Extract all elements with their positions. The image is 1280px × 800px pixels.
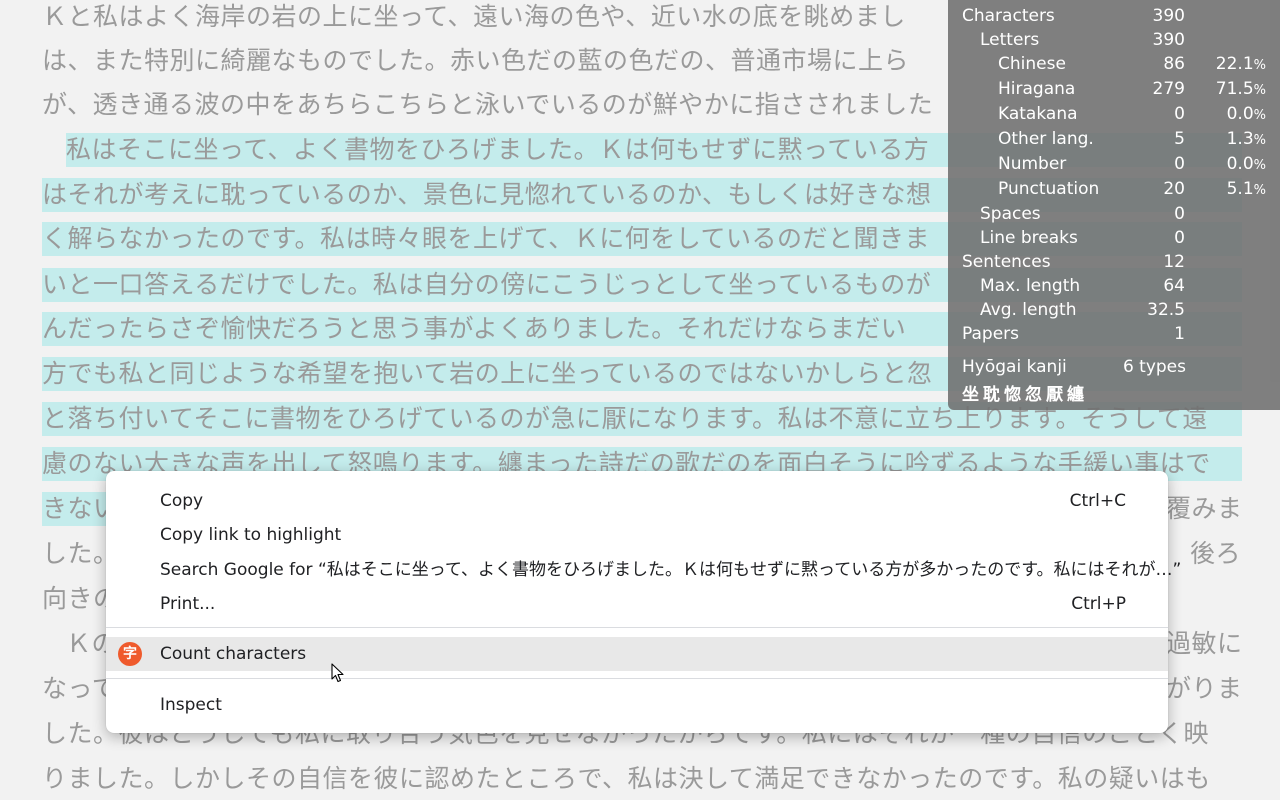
stat-label: Chinese [998, 54, 1066, 74]
context-menu: Copy Ctrl+C Copy link to highlight Searc… [106, 471, 1181, 733]
stat-row-letters: Letters 390 [948, 28, 1280, 52]
menu-item-label: Inspect [160, 695, 222, 715]
stat-label: Spaces [980, 204, 1041, 224]
stat-value: 0 [1174, 228, 1185, 248]
text-fragment: 過敏に [1166, 629, 1242, 658]
stat-percent: 5.1% [1226, 179, 1266, 199]
menu-item-copy[interactable]: Copy Ctrl+C [106, 484, 1168, 518]
stat-label: Sentences [962, 252, 1051, 272]
stat-label: Punctuation [998, 179, 1100, 199]
stat-row-spaces: Spaces 0 [948, 202, 1280, 226]
stat-row-sentences: Sentences 12 [948, 250, 1280, 274]
shortcut-label: Ctrl+C [1069, 491, 1126, 511]
stat-value: 390 [1152, 6, 1185, 26]
stat-value: 279 [1152, 79, 1185, 99]
stat-label: Line breaks [980, 228, 1078, 248]
text-line: した。 [42, 539, 112, 568]
stat-percent: 22.1% [1215, 54, 1266, 74]
stat-label: Letters [980, 30, 1040, 50]
stat-label: Hyōgai kanji [962, 357, 1067, 377]
menu-item-search-google[interactable]: Search Google for “私はそこに坐って、よく書物をひろげました。… [106, 553, 1181, 587]
stat-row-characters: Characters 390 [948, 4, 1280, 28]
character-count-extension-icon: 字 [118, 642, 142, 666]
stat-percent: 71.5% [1215, 79, 1266, 99]
menu-item-label: Copy [160, 491, 204, 511]
stat-label: Other lang. [998, 129, 1094, 149]
stat-value: 0 [1174, 154, 1185, 174]
stat-row-punctuation: Punctuation 20 5.1% [948, 177, 1280, 201]
text-line: りました。しかしその自信を彼に認めたところで、私は決して満足できなかったのです。… [42, 764, 1211, 793]
stat-label: Katakana [998, 104, 1078, 124]
menu-item-inspect[interactable]: Inspect [106, 688, 1168, 722]
text-fragment: がりま [1166, 674, 1242, 703]
hyogai-kanji-list: 坐耽惚忽厭纏 [962, 385, 1088, 405]
stat-value: 5 [1174, 129, 1185, 149]
stat-row-other-lang: Other lang. 5 1.3% [948, 127, 1280, 151]
stat-row-avg-length: Avg. length 32.5 [948, 298, 1280, 322]
menu-item-label: Search Google for “私はそこに坐って、よく書物をひろげました。… [160, 560, 1182, 580]
menu-separator [106, 627, 1168, 628]
menu-item-copy-link-to-highlight[interactable]: Copy link to highlight [106, 518, 1168, 552]
stat-row-hyogai-kanji: Hyōgai kanji 6 types [948, 355, 1280, 379]
stat-label: Papers [962, 324, 1020, 344]
stat-label: Hiragana [998, 79, 1076, 99]
stat-value: 86 [1163, 54, 1185, 74]
stat-value: 0 [1174, 104, 1185, 124]
text-line: 向きの [42, 584, 112, 613]
stat-value: 390 [1152, 30, 1185, 50]
menu-item-print[interactable]: Print... Ctrl+P [106, 587, 1168, 621]
stat-row-chinese: Chinese 86 22.1% [948, 52, 1280, 76]
stat-percent: 1.3% [1226, 129, 1266, 149]
stat-value: 64 [1163, 276, 1185, 296]
highlighted-line: きない [42, 492, 112, 526]
stat-row-katakana: Katakana 0 0.0% [948, 102, 1280, 126]
stat-row-hiragana: Hiragana 279 71.5% [948, 77, 1280, 101]
stat-percent: 0.0% [1226, 154, 1266, 174]
stat-value: 12 [1163, 252, 1185, 272]
stat-percent: 0.0% [1226, 104, 1266, 124]
mouse-pointer-icon [331, 663, 344, 683]
stat-value: 1 [1174, 324, 1185, 344]
menu-item-label: Copy link to highlight [160, 525, 342, 545]
stat-value: 32.5 [1147, 300, 1185, 320]
character-count-panel: Characters 390 Letters 390 Chinese 86 22.1% … [948, 0, 1280, 410]
stat-label: Characters [962, 6, 1055, 26]
menu-separator [106, 678, 1168, 679]
text-line: なって [42, 674, 112, 703]
stat-row-max-length: Max. length 64 [948, 274, 1280, 298]
stat-value: 0 [1174, 204, 1185, 224]
menu-item-count-characters[interactable]: 字 Count characters [106, 637, 1168, 671]
stat-label: Number [998, 154, 1067, 174]
stat-label: Max. length [980, 276, 1081, 296]
stat-value: 6 types [1122, 357, 1186, 377]
menu-item-label: Print... [160, 594, 216, 614]
stat-value: 20 [1163, 179, 1185, 199]
stat-label: Avg. length [980, 300, 1077, 320]
text-fragment: 覆みま [1166, 494, 1242, 523]
stat-row-number: Number 0 0.0% [948, 152, 1280, 176]
shortcut-label: Ctrl+P [1071, 594, 1126, 614]
text-fragment: 後ろ [1190, 539, 1242, 568]
menu-item-label: Count characters [160, 644, 307, 664]
stat-row-papers: Papers 1 [948, 322, 1280, 346]
stat-row-line-breaks: Line breaks 0 [948, 226, 1280, 250]
